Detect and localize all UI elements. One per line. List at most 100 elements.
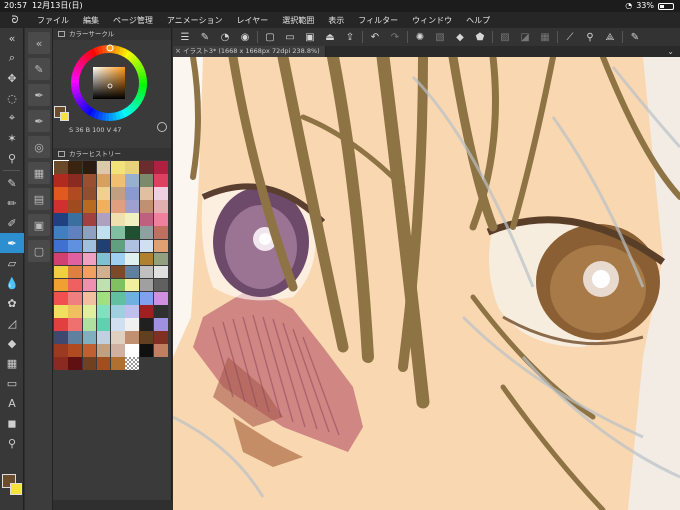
color-history-swatch[interactable] (111, 278, 125, 292)
color-history-swatch[interactable] (54, 278, 68, 292)
color-history-swatch[interactable] (96, 174, 111, 187)
color-history-swatch[interactable] (54, 187, 68, 200)
color-history-swatch[interactable] (125, 239, 140, 253)
frame-tool-icon[interactable]: ▭ (0, 373, 24, 393)
color-history-swatch[interactable] (82, 200, 97, 213)
color-set-icon[interactable]: ◉ (237, 30, 253, 44)
color-history-swatch[interactable] (111, 213, 125, 226)
background-color-swatch[interactable] (10, 483, 22, 495)
open-file-icon[interactable]: ▭ (282, 30, 298, 44)
color-history-swatch[interactable] (82, 305, 97, 318)
color-history-swatch[interactable] (54, 318, 68, 331)
canvas-tab[interactable]: イラスト3* (1668 x 1668px 72dpi 238.8%) (173, 46, 326, 57)
color-history-swatch[interactable] (125, 318, 140, 331)
invert-selection-icon[interactable]: ◪ (517, 30, 533, 44)
transform-icon[interactable]: ⬟ (472, 30, 488, 44)
color-swatch-pair[interactable] (2, 474, 24, 502)
color-history-swatch[interactable] (68, 239, 82, 253)
menu-layer[interactable]: レイヤー (230, 15, 276, 26)
brush-size-icon[interactable]: ◔ (217, 30, 233, 44)
new-file-icon[interactable]: ▢ (262, 30, 278, 44)
pen-pressure-icon[interactable]: ✎ (197, 30, 213, 44)
subtool-folder-icon[interactable]: ▢ (28, 240, 50, 262)
color-history-swatch[interactable] (68, 161, 82, 174)
color-history-swatch[interactable] (125, 174, 140, 187)
color-history-swatch[interactable] (139, 200, 154, 213)
figure-tool-icon[interactable]: ◿ (0, 313, 24, 333)
color-history-swatch[interactable] (68, 344, 82, 357)
selection-border-icon[interactable]: ▦ (537, 30, 553, 44)
color-history-swatch[interactable] (139, 161, 154, 174)
copy-icon[interactable]: ▧ (432, 30, 448, 44)
share-icon[interactable]: ⇪ (342, 30, 358, 44)
color-history-swatch[interactable] (96, 252, 111, 266)
color-history-swatch[interactable] (111, 174, 125, 187)
color-history-swatch[interactable] (96, 318, 111, 331)
color-history-swatch[interactable] (53, 160, 69, 175)
color-mode-toggle-icon[interactable] (157, 122, 167, 132)
color-history-swatch[interactable] (125, 213, 140, 226)
color-history-swatch[interactable] (125, 331, 140, 344)
color-history-swatch[interactable] (139, 344, 154, 357)
menu-selection[interactable]: 選択範囲 (275, 15, 321, 26)
color-history-swatch[interactable] (154, 239, 168, 253)
subtool-layer-icon[interactable]: ▦ (28, 162, 50, 184)
menu-view[interactable]: 表示 (321, 15, 351, 26)
menu-edit[interactable]: 編集 (76, 15, 106, 26)
color-history-swatch[interactable] (96, 226, 111, 240)
color-history-swatch[interactable] (111, 291, 125, 305)
color-history-swatch[interactable] (125, 344, 140, 357)
magic-wand-tool-icon[interactable]: ✶ (0, 128, 24, 148)
fill-tool-icon[interactable]: ◆ (0, 333, 24, 353)
menu-window[interactable]: ウィンドウ (405, 15, 459, 26)
color-history-swatch[interactable] (154, 213, 168, 226)
app-logo-icon[interactable]: ᘐ (0, 15, 30, 26)
color-history-swatch[interactable] (125, 305, 140, 318)
color-history-swatch[interactable] (139, 265, 154, 279)
color-history-swatch[interactable] (96, 265, 111, 279)
subtool-airbrush-icon[interactable]: ✒ (28, 84, 50, 106)
airbrush-tool-icon[interactable]: ✒ (0, 233, 24, 253)
color-wheel[interactable] (69, 43, 149, 123)
color-history-swatch[interactable] (54, 357, 68, 370)
color-history-swatch[interactable] (54, 344, 68, 357)
color-history-swatch[interactable] (68, 318, 82, 331)
color-history-swatch[interactable] (68, 252, 82, 266)
color-history-swatch[interactable] (111, 318, 125, 331)
blend-tool-icon[interactable]: 💧 (0, 273, 24, 293)
color-history-swatch[interactable] (82, 357, 97, 370)
color-history-swatch[interactable] (68, 265, 82, 279)
color-history-swatch[interactable] (96, 200, 111, 213)
subtool-airbrush-soft-icon[interactable]: ✒ (28, 110, 50, 132)
color-history-swatch[interactable] (82, 278, 97, 292)
hue-handle[interactable] (106, 44, 114, 52)
subtool-color-circle-icon[interactable]: ◎ (28, 136, 50, 158)
color-history-swatch[interactable] (96, 331, 111, 344)
color-history-swatch[interactable] (68, 305, 82, 318)
color-history-swatch[interactable] (154, 305, 168, 318)
color-history-swatch[interactable] (111, 161, 125, 174)
redo-icon[interactable]: ↷ (387, 30, 403, 44)
color-history-swatch[interactable] (82, 239, 97, 253)
color-history-swatch[interactable] (68, 331, 82, 344)
color-history-swatch[interactable] (54, 200, 68, 213)
color-history-swatch[interactable] (82, 187, 97, 200)
save-icon[interactable]: ▣ (302, 30, 318, 44)
eyedropper-tool-icon[interactable]: ⚲ (0, 148, 24, 168)
color-history-swatch[interactable] (154, 174, 168, 187)
color-history-swatch[interactable] (111, 265, 125, 279)
color-history-swatch[interactable] (139, 213, 154, 226)
color-history-swatch[interactable] (82, 161, 97, 174)
color-history-swatch[interactable] (154, 344, 168, 357)
color-history-swatch[interactable] (96, 239, 111, 253)
color-history-swatch[interactable] (111, 252, 125, 266)
brush-tool-icon[interactable]: ✐ (0, 213, 24, 233)
undo-icon[interactable]: ↶ (367, 30, 383, 44)
color-history-swatch[interactable] (139, 187, 154, 200)
menu-toggle-icon[interactable]: ☰ (177, 30, 193, 44)
color-history-swatch[interactable] (54, 331, 68, 344)
menu-file[interactable]: ファイル (30, 15, 76, 26)
color-history-swatch[interactable] (111, 357, 125, 370)
color-history-swatch[interactable] (125, 200, 140, 213)
decoration-tool-icon[interactable]: ✿ (0, 293, 24, 313)
